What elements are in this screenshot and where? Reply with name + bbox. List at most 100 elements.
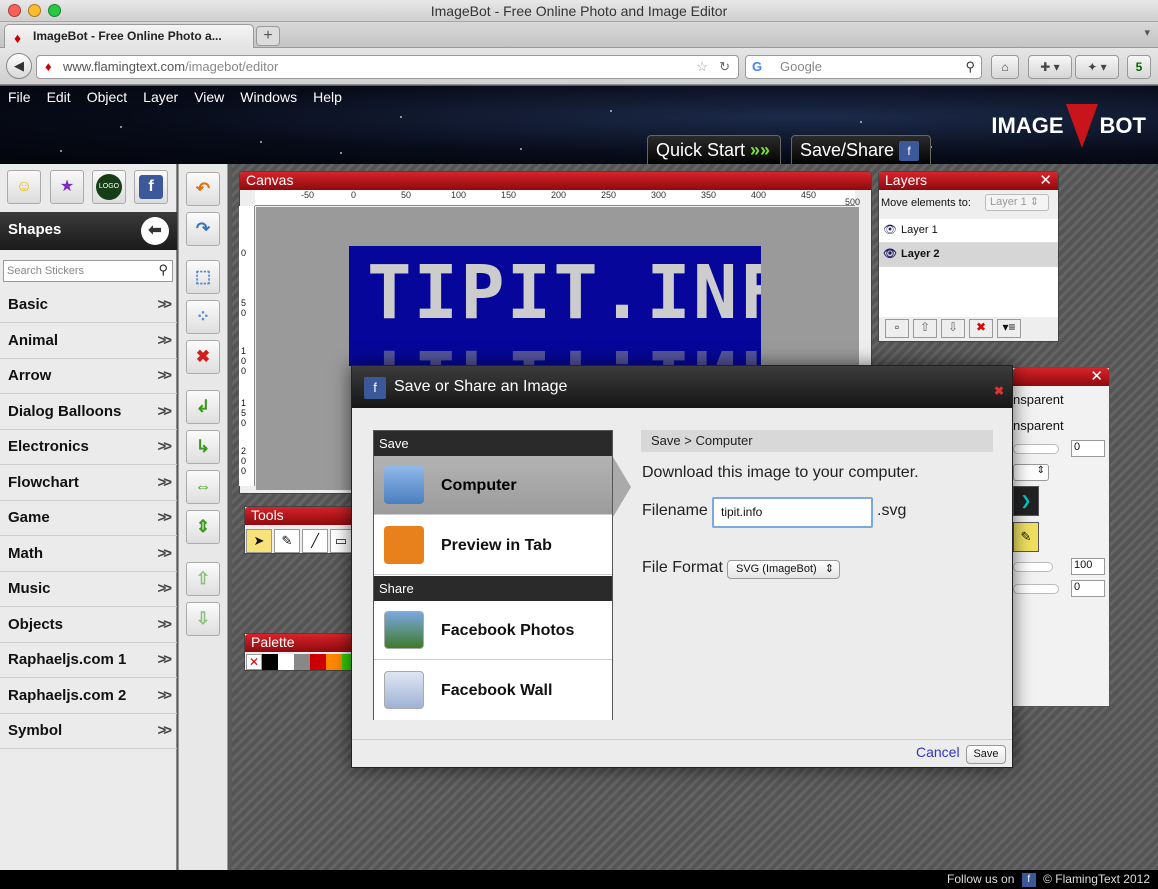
rotate-right-button[interactable]: ↳ <box>186 430 220 464</box>
layer-row-2[interactable]: 👁 Layer 2 <box>879 243 1058 267</box>
smiley-stickers-button[interactable]: ☺ <box>7 170 41 204</box>
close-window-icon[interactable] <box>8 4 21 17</box>
back-arrow-icon[interactable]: ⬅ <box>141 217 169 245</box>
option-computer[interactable]: Computer <box>374 456 612 515</box>
category-objects[interactable]: Objects >> <box>0 608 177 643</box>
save-share-button[interactable]: Save/Share f <box>791 135 931 166</box>
search-stickers-input[interactable]: Search Stickers ⚲ <box>3 260 173 282</box>
option-facebook-photos[interactable]: Facebook Photos <box>374 601 612 660</box>
select-points-button[interactable]: ⁘ <box>186 300 220 334</box>
category-raphaeljs-2[interactable]: Raphaeljs.com 2 >> <box>0 679 177 714</box>
tab-list-chevron-icon[interactable]: ▾ <box>1144 26 1150 39</box>
quick-start-button[interactable]: Quick Start »» <box>647 135 781 166</box>
delete-button[interactable]: ✖ <box>186 340 220 374</box>
rectangle-tool[interactable]: ▭ <box>330 529 352 553</box>
zoom-window-icon[interactable] <box>48 4 61 17</box>
addon-button[interactable]: ✦ ▾ <box>1075 55 1119 79</box>
back-button[interactable]: ◀ <box>6 53 32 79</box>
size-value[interactable]: 100 <box>1071 558 1105 575</box>
layer-menu-icon[interactable]: ▾≡ <box>997 319 1021 338</box>
layer-up-icon[interactable]: ⇧ <box>913 319 937 338</box>
category-animal[interactable]: Animal >> <box>0 324 177 359</box>
new-layer-icon[interactable]: ▫ <box>885 319 909 338</box>
style-select[interactable]: ⇕ <box>1013 464 1049 481</box>
address-bar[interactable]: ♦ www.flamingtext.com/imagebot/editor ☆ … <box>36 55 739 79</box>
send-backward-button[interactable]: ⇩ <box>186 602 220 636</box>
category-math[interactable]: Math >> <box>0 537 177 572</box>
menu-help[interactable]: Help <box>305 86 350 108</box>
bookmarks-button[interactable]: ✚ ▾ <box>1028 55 1072 79</box>
bring-forward-button[interactable]: ⇧ <box>186 562 220 596</box>
canvas-artwork[interactable]: TIPIT.INFO TIPIT.INFO <box>349 246 761 366</box>
menu-layer[interactable]: Layer <box>135 86 186 108</box>
eye-icon[interactable]: 👁 <box>883 243 897 266</box>
rotate-left-button[interactable]: ↲ <box>186 390 220 424</box>
select-all-button[interactable]: ⬚ <box>186 260 220 294</box>
layer-down-icon[interactable]: ⇩ <box>941 319 965 338</box>
layer-row-1[interactable]: 👁 Layer 1 <box>879 219 1058 243</box>
menu-edit[interactable]: Edit <box>39 86 79 108</box>
option-facebook-wall[interactable]: Facebook Wall <box>374 661 612 720</box>
minimize-window-icon[interactable] <box>28 4 41 17</box>
category-electronics[interactable]: Electronics >> <box>0 430 177 465</box>
no-color-swatch[interactable]: ✕ <box>246 654 262 670</box>
undo-button[interactable]: ↶ <box>186 172 220 206</box>
swatch-red[interactable] <box>310 654 326 670</box>
category-game[interactable]: Game >> <box>0 501 177 536</box>
close-icon[interactable]: ✕ <box>1039 172 1052 189</box>
logo-button[interactable]: LOGO <box>92 170 126 204</box>
search-icon[interactable]: ⚲ <box>158 260 168 280</box>
rotation-slider[interactable] <box>1013 584 1059 594</box>
menu-view[interactable]: View <box>186 86 232 108</box>
canvas-window-title[interactable]: Canvas <box>240 172 871 190</box>
cancel-link[interactable]: Cancel <box>916 744 960 760</box>
fill-color-icon[interactable]: ✎ <box>1013 522 1039 552</box>
eye-icon[interactable]: 👁 <box>883 219 897 242</box>
filename-input[interactable]: tipit.info <box>712 497 873 528</box>
facebook-icon[interactable]: f <box>1021 872 1036 887</box>
file-format-select[interactable]: SVG (ImageBot) ⇕ <box>727 560 840 579</box>
pencil-tool[interactable]: ✎ <box>274 529 300 553</box>
pointer-tool[interactable]: ➤ <box>246 529 272 553</box>
category-music[interactable]: Music >> <box>0 572 177 607</box>
category-raphaeljs-1[interactable]: Raphaeljs.com 1 >> <box>0 643 177 678</box>
reload-icon[interactable]: ↻ <box>719 56 730 78</box>
layers-window-title[interactable]: Layers ✕ <box>879 172 1058 190</box>
tools-window-title[interactable]: Tools <box>245 507 353 525</box>
search-icon[interactable]: ⚲ <box>965 56 975 78</box>
swatch-black[interactable] <box>262 654 278 670</box>
close-icon[interactable]: ✕ <box>1090 368 1103 385</box>
category-flowchart[interactable]: Flowchart >> <box>0 466 177 501</box>
option-preview-in-tab[interactable]: Preview in Tab <box>374 516 612 575</box>
new-tab-button[interactable]: + <box>256 26 280 46</box>
swatch-white[interactable] <box>278 654 294 670</box>
size-slider[interactable] <box>1013 562 1053 572</box>
bookmark-star-icon[interactable]: ☆ <box>696 56 708 78</box>
redo-button[interactable]: ↷ <box>186 212 220 246</box>
search-engine-box[interactable]: G Google ⚲ <box>745 55 982 79</box>
menu-object[interactable]: Object <box>79 86 135 108</box>
addons-counter-button[interactable]: 5 <box>1127 55 1151 79</box>
menu-file[interactable]: File <box>0 86 39 108</box>
delete-layer-icon[interactable]: ✖ <box>969 319 993 338</box>
facebook-button[interactable]: f <box>134 170 168 204</box>
rotation-value[interactable]: 0 <box>1071 580 1105 597</box>
swatch-gray[interactable] <box>294 654 310 670</box>
category-symbol[interactable]: Symbol >> <box>0 714 177 749</box>
menu-windows[interactable]: Windows <box>232 86 305 108</box>
opacity-slider[interactable] <box>1013 444 1059 454</box>
palette-window-title[interactable]: Palette <box>245 634 353 652</box>
stroke-arrow-icon[interactable]: ❯ <box>1013 486 1039 516</box>
flip-horizontal-button[interactable]: ⇔ <box>186 470 220 504</box>
category-basic[interactable]: Basic >> <box>0 288 177 323</box>
save-button[interactable]: Save <box>966 745 1006 764</box>
google-icon[interactable]: G <box>752 56 762 78</box>
line-tool[interactable]: ╱ <box>302 529 328 553</box>
star-shapes-button[interactable]: ★ <box>50 170 84 204</box>
home-button[interactable]: ⌂ <box>991 55 1019 79</box>
imagebot-logo[interactable]: IMAGE BOT <box>991 94 1146 158</box>
browser-tab[interactable]: ♦ ImageBot - Free Online Photo a... <box>4 24 254 48</box>
move-layer-select[interactable]: Layer 1 ⇕ <box>985 194 1049 211</box>
category-dialog-balloons[interactable]: Dialog Balloons >> <box>0 395 177 430</box>
flip-vertical-button[interactable]: ⇕ <box>186 510 220 544</box>
